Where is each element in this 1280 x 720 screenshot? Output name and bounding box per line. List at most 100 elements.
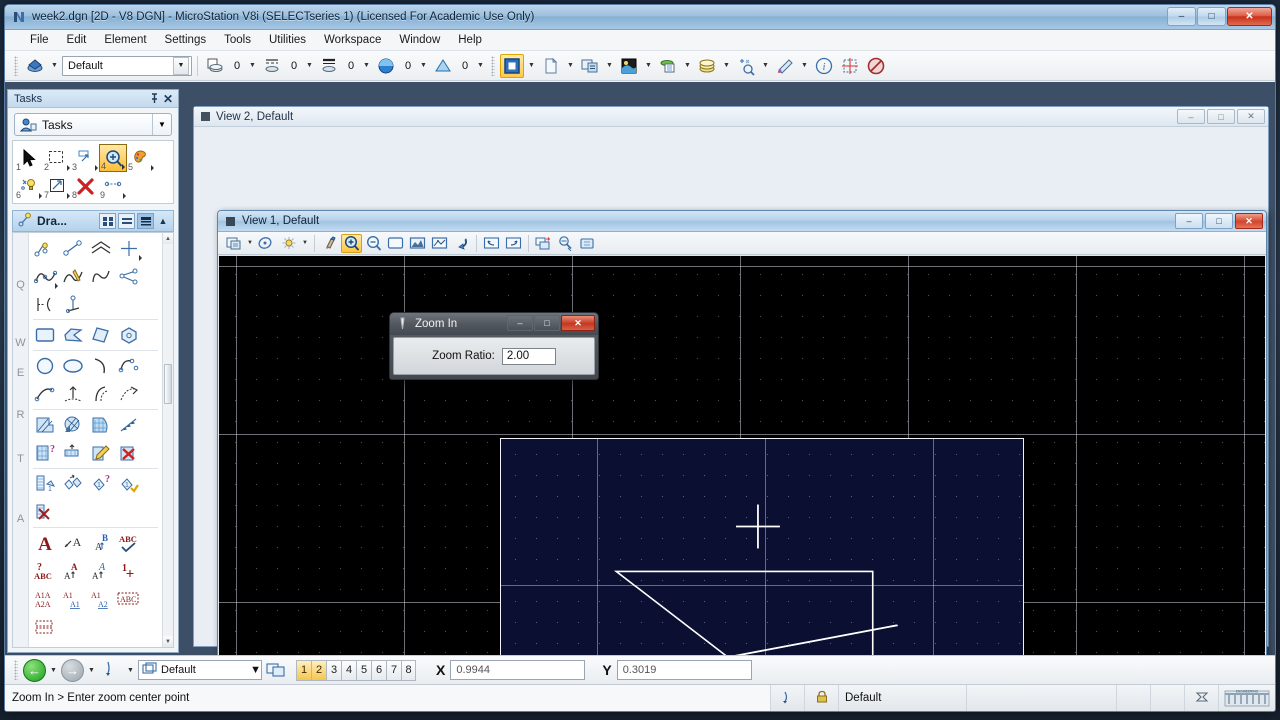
chevron-down-icon[interactable]: ▼ [173, 56, 189, 75]
chevron-down-icon[interactable]: ▼ [721, 55, 732, 77]
view-1-title-bar[interactable]: View 1, Default – □ ✕ [218, 211, 1266, 232]
chevron-down-icon[interactable]: ▼ [49, 55, 60, 77]
chevron-down-icon[interactable]: ▼ [250, 664, 261, 676]
element-selection-tool[interactable]: 1 [15, 144, 43, 172]
element-selection-icon[interactable] [695, 54, 719, 78]
linear-pattern-icon[interactable] [115, 411, 143, 439]
place-note-icon[interactable]: A [59, 529, 87, 557]
change-pattern-icon[interactable] [87, 439, 115, 467]
update-view-icon[interactable] [319, 234, 340, 253]
view-toggle-3[interactable]: 3 [326, 659, 341, 681]
menu-settings[interactable]: Settings [156, 32, 216, 48]
snap-icon[interactable] [780, 690, 795, 707]
identify-cell-icon[interactable]: 1? [87, 470, 115, 498]
zoom-in-dialog[interactable]: Zoom In – □ ✕ Zoom Ratio: 2.00 [389, 312, 599, 380]
menu-edit[interactable]: Edit [58, 32, 96, 48]
references-icon[interactable] [539, 54, 563, 78]
flyout-arrow-icon[interactable] [55, 283, 58, 289]
tasks-selector-combo[interactable]: Tasks ▼ [14, 113, 172, 136]
flyout-arrow-icon[interactable] [122, 164, 125, 170]
view-next-nav-icon[interactable] [503, 234, 524, 253]
element-icon[interactable] [1195, 690, 1209, 707]
place-point-icon[interactable] [115, 234, 143, 262]
menu-file[interactable]: File [21, 32, 58, 48]
x-coordinate-input[interactable]: 0.9944 [450, 660, 586, 680]
view-toggle-6[interactable]: 6 [371, 659, 386, 681]
chevron-down-icon[interactable]: ▼ [125, 659, 136, 681]
level-display-icon[interactable] [656, 54, 680, 78]
edit-text-icon[interactable]: AA [87, 557, 115, 585]
chevron-up-icon[interactable]: ▲ [156, 213, 170, 229]
modify-arc-radius-icon[interactable] [59, 380, 87, 408]
acs-icon[interactable] [734, 54, 758, 78]
construct-angle-bisector-icon[interactable] [31, 290, 59, 318]
chevron-down-icon[interactable]: ▼ [48, 659, 59, 681]
navigate-forward-icon[interactable]: → [61, 658, 84, 682]
level-manager-icon[interactable] [617, 54, 641, 78]
view-menu-icon[interactable] [201, 112, 210, 121]
chevron-down-icon[interactable]: ▼ [418, 55, 429, 77]
place-line-icon[interactable] [59, 234, 87, 262]
measure-tool[interactable]: 6 [15, 172, 43, 200]
chevron-down-icon[interactable]: ▼ [604, 55, 615, 77]
place-text-above-icon[interactable]: AB [87, 529, 115, 557]
modify-arc-axis-icon[interactable] [115, 380, 143, 408]
window-arrange-icon[interactable] [264, 658, 288, 682]
view-toggle-7[interactable]: 7 [386, 659, 401, 681]
chevron-down-icon[interactable]: ▼ [152, 114, 171, 135]
chevron-down-icon[interactable]: ▼ [526, 55, 537, 77]
manipulate-tool[interactable]: 3 [71, 144, 99, 172]
view-1-maximize-button[interactable]: □ [1205, 213, 1233, 229]
pattern-area-icon[interactable] [87, 411, 115, 439]
delete-element-tool[interactable]: 8 [71, 172, 99, 200]
copy-increment-text-icon[interactable]: A1 A2 [87, 585, 115, 613]
chevron-down-icon[interactable]: ▼ [682, 55, 693, 77]
chevron-down-icon[interactable]: ▼ [304, 55, 315, 77]
pan-view-icon[interactable] [429, 234, 450, 253]
place-quarter-ellipse-icon[interactable] [31, 380, 59, 408]
place-arc-icon[interactable] [87, 352, 115, 380]
replace-cell-icon[interactable]: 1 [115, 470, 143, 498]
copy-increment-enter-data-field-icon[interactable] [31, 613, 59, 641]
fence-region[interactable] [500, 438, 1024, 671]
place-active-cell-matrix-icon[interactable] [59, 470, 87, 498]
active-model-combo[interactable]: Default ▼ [138, 660, 262, 680]
status-snap-cell[interactable] [771, 685, 805, 711]
clip-mask-icon[interactable] [577, 234, 598, 253]
drawing-task-header[interactable]: Dra... ▲ [12, 210, 174, 232]
chevron-down-icon[interactable]: ▼ [361, 55, 372, 77]
view-2-minimize-button[interactable]: – [1177, 109, 1205, 124]
view-toggle-5[interactable]: 5 [356, 659, 371, 681]
change-text-attributes-icon[interactable]: AA [59, 557, 87, 585]
zoom-dialog-title-bar[interactable]: Zoom In – □ ✕ [390, 313, 598, 335]
crosshatch-area-icon[interactable] [59, 411, 87, 439]
place-multiline-icon[interactable] [87, 234, 115, 262]
models-icon[interactable] [500, 53, 524, 78]
menu-workspace[interactable]: Workspace [315, 32, 390, 48]
modify-arc-angle-icon[interactable] [87, 380, 115, 408]
toolbar-grip[interactable] [14, 660, 18, 680]
match-text-attributes-icon[interactable]: ? ABC [31, 557, 59, 585]
chevron-down-icon[interactable]: ▼ [247, 55, 258, 77]
construct-minimum-distance-icon[interactable] [115, 262, 143, 290]
chevron-down-icon[interactable]: ▼ [300, 234, 310, 253]
chevron-down-icon[interactable]: ▼ [245, 234, 255, 253]
zoom-tool[interactable]: 4 [99, 144, 127, 172]
menu-help[interactable]: Help [449, 32, 491, 48]
snap-point-icon[interactable] [838, 54, 862, 78]
place-stream-curve-icon[interactable] [31, 262, 59, 290]
chevron-down-icon[interactable]: ▼ [86, 659, 97, 681]
chevron-down-icon[interactable]: ▼ [799, 55, 810, 77]
place-line-at-active-angle-icon[interactable] [59, 290, 87, 318]
fence-tool[interactable]: 2 [43, 144, 71, 172]
scroll-down-icon[interactable]: ▼ [163, 636, 173, 647]
y-coordinate-input[interactable]: 0.3019 [616, 660, 752, 680]
select-pointer-icon[interactable] [99, 658, 123, 682]
view-attributes-icon[interactable] [223, 234, 244, 253]
view-1-close-button[interactable]: ✕ [1235, 213, 1263, 229]
place-text-icon[interactable]: A [31, 529, 59, 557]
delete-pattern-icon[interactable] [115, 439, 143, 467]
close-button[interactable]: ✕ [1227, 7, 1272, 26]
chevron-down-icon[interactable]: ▼ [760, 55, 771, 77]
navigate-back-icon[interactable]: ← [23, 658, 46, 682]
